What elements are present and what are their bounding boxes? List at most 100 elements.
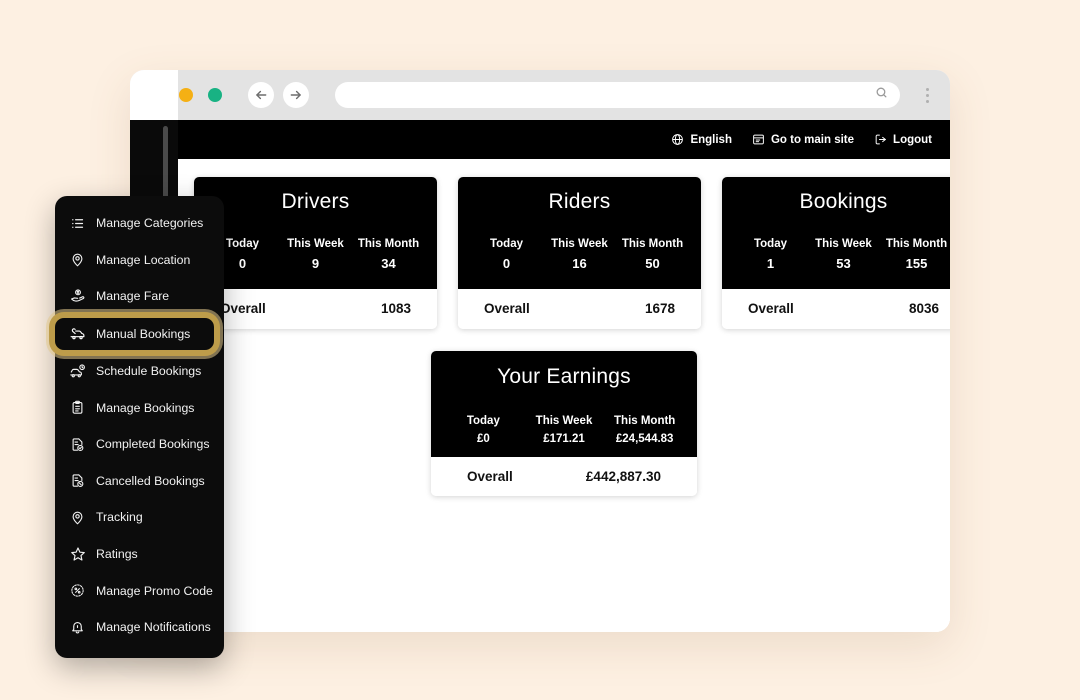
menu-item-manage-promo-code[interactable]: Manage Promo Code	[55, 572, 224, 609]
card-footer-label: Overall	[484, 301, 530, 316]
metric-value: 50	[645, 256, 660, 271]
kebab-menu-icon[interactable]	[916, 80, 938, 110]
browser-chrome	[130, 70, 950, 120]
menu-item-manage-fare[interactable]: Manage Fare	[55, 278, 224, 315]
menu-item-completed-bookings[interactable]: Completed Bookings	[55, 426, 224, 463]
bell-icon	[69, 619, 86, 636]
metric-value: £0	[476, 433, 490, 445]
metric-label: This Week	[535, 415, 593, 427]
card-header: Drivers Today 0 This Week 9 This Month 3…	[194, 177, 437, 289]
percent-badge-icon	[69, 582, 86, 599]
menu-item-manage-bookings[interactable]: Manage Bookings	[55, 389, 224, 426]
menu-item-label: Cancelled Bookings	[96, 473, 205, 488]
menu-item-manage-categories[interactable]: Manage Categories	[55, 205, 224, 242]
metric-value: £171.21	[543, 433, 585, 445]
metric-value: 155	[905, 256, 928, 271]
go-to-main-site-link[interactable]: Go to main site	[752, 133, 854, 146]
forward-button[interactable]	[283, 82, 309, 108]
menu-item-label: Manage Categories	[96, 216, 204, 231]
metric-label: This Week	[815, 238, 872, 250]
metric-this-month: This Month 34	[352, 238, 425, 271]
document-cancel-icon	[69, 472, 86, 489]
card-footer: Overall £442,887.30	[431, 457, 697, 496]
menu-item-ratings[interactable]: Ratings	[55, 536, 224, 573]
minimize-window-button[interactable]	[179, 88, 193, 102]
menu-item-label: Manage Notifications	[96, 620, 211, 635]
stat-card-bookings: Bookings Today 1 This Week 53 This Month…	[722, 177, 950, 329]
metric-today: Today 1	[734, 238, 807, 271]
star-icon	[69, 546, 86, 563]
menu-item-label: Manage Fare	[96, 289, 170, 304]
go-to-main-site-label: Go to main site	[770, 133, 855, 146]
location-pin-icon	[69, 509, 86, 526]
card-title: Bookings	[799, 190, 888, 213]
car-hand-icon	[69, 325, 86, 342]
metric-this-week: This Week £171.21	[524, 415, 605, 445]
menu-item-manage-notifications[interactable]: Manage Notifications	[55, 609, 224, 646]
menu-item-cancelled-bookings[interactable]: Cancelled Bookings	[55, 463, 224, 500]
card-footer: Overall 1678	[458, 289, 701, 329]
hand-money-icon	[69, 288, 86, 305]
app-viewport: gs English Go to main site	[130, 70, 950, 632]
language-label: English	[690, 133, 732, 146]
maximize-window-button[interactable]	[208, 88, 222, 102]
card-header: Your Earnings Today £0 This Week £171.21	[431, 351, 697, 457]
menu-item-label: Manage Promo Code	[96, 583, 213, 598]
card-metrics: Today 0 This Week 16 This Month 50	[470, 238, 689, 271]
dashboard-content: Drivers Today 0 This Week 9 This Month 3…	[178, 159, 950, 632]
logout-button[interactable]: Logout	[874, 133, 932, 146]
card-footer-value: £442,887.30	[585, 469, 661, 484]
stat-card-riders: Riders Today 0 This Week 16 This Month 5…	[458, 177, 701, 329]
metric-label: Today	[466, 415, 500, 427]
metric-label: This Month	[614, 415, 676, 427]
card-footer-value: 1678	[644, 301, 675, 316]
stat-card-earnings: Your Earnings Today £0 This Week £171.21	[431, 351, 697, 496]
metric-value: 0	[502, 256, 511, 271]
menu-item-label: Manual Bookings	[96, 326, 191, 341]
metric-value: 16	[572, 256, 587, 271]
card-title: Your Earnings	[497, 365, 631, 388]
search-icon	[875, 86, 888, 104]
list-icon	[69, 215, 86, 232]
metric-label: This Week	[551, 238, 608, 250]
metric-this-month: This Month £24,544.83	[604, 415, 685, 445]
metric-this-month: This Month 50	[616, 238, 689, 271]
metric-this-week: This Week 53	[807, 238, 880, 271]
menu-item-label: Schedule Bookings	[96, 364, 202, 379]
sidebar-flyout-menu: Manage Categories Manage Location Manage…	[55, 196, 224, 658]
logout-icon	[874, 133, 887, 146]
card-title: Drivers	[281, 190, 350, 213]
menu-item-label: Manage Bookings	[96, 400, 195, 415]
metric-label: Today	[753, 238, 787, 250]
menu-item-tracking[interactable]: Tracking	[55, 499, 224, 536]
metric-value: 1	[766, 256, 775, 271]
card-footer: Overall 1083	[194, 289, 437, 329]
metric-this-week: This Week 16	[543, 238, 616, 271]
language-switcher[interactable]: English	[671, 133, 732, 146]
logout-label: Logout	[893, 133, 932, 146]
metric-value: 53	[836, 256, 851, 271]
stat-card-row: Drivers Today 0 This Week 9 This Month 3…	[188, 177, 950, 329]
menu-item-label: Completed Bookings	[96, 437, 210, 452]
metric-this-month: This Month 155	[880, 238, 950, 271]
metric-label: This Month	[357, 238, 420, 250]
menu-item-label: Manage Location	[96, 252, 191, 267]
earnings-row: Your Earnings Today £0 This Week £171.21	[188, 351, 940, 496]
menu-item-manage-location[interactable]: Manage Location	[55, 242, 224, 279]
card-metrics: Today 1 This Week 53 This Month 155	[734, 238, 950, 271]
metric-value: 34	[381, 256, 396, 271]
window-icon	[752, 133, 765, 146]
back-button[interactable]	[248, 82, 274, 108]
address-bar[interactable]	[335, 82, 900, 108]
clipboard-icon	[69, 399, 86, 416]
metric-value: 9	[311, 256, 320, 271]
metric-this-week: This Week 9	[279, 238, 352, 271]
menu-item-schedule-bookings[interactable]: Schedule Bookings	[55, 353, 224, 390]
metric-today: Today 0	[470, 238, 543, 271]
browser-window: gs English Go to main site	[130, 70, 950, 632]
menu-item-manual-bookings[interactable]: Manual Bookings	[55, 317, 214, 350]
navigation-buttons	[248, 82, 309, 108]
metric-label: This Month	[621, 238, 684, 250]
document-check-icon	[69, 436, 86, 453]
menu-item-label: Tracking	[96, 510, 143, 525]
